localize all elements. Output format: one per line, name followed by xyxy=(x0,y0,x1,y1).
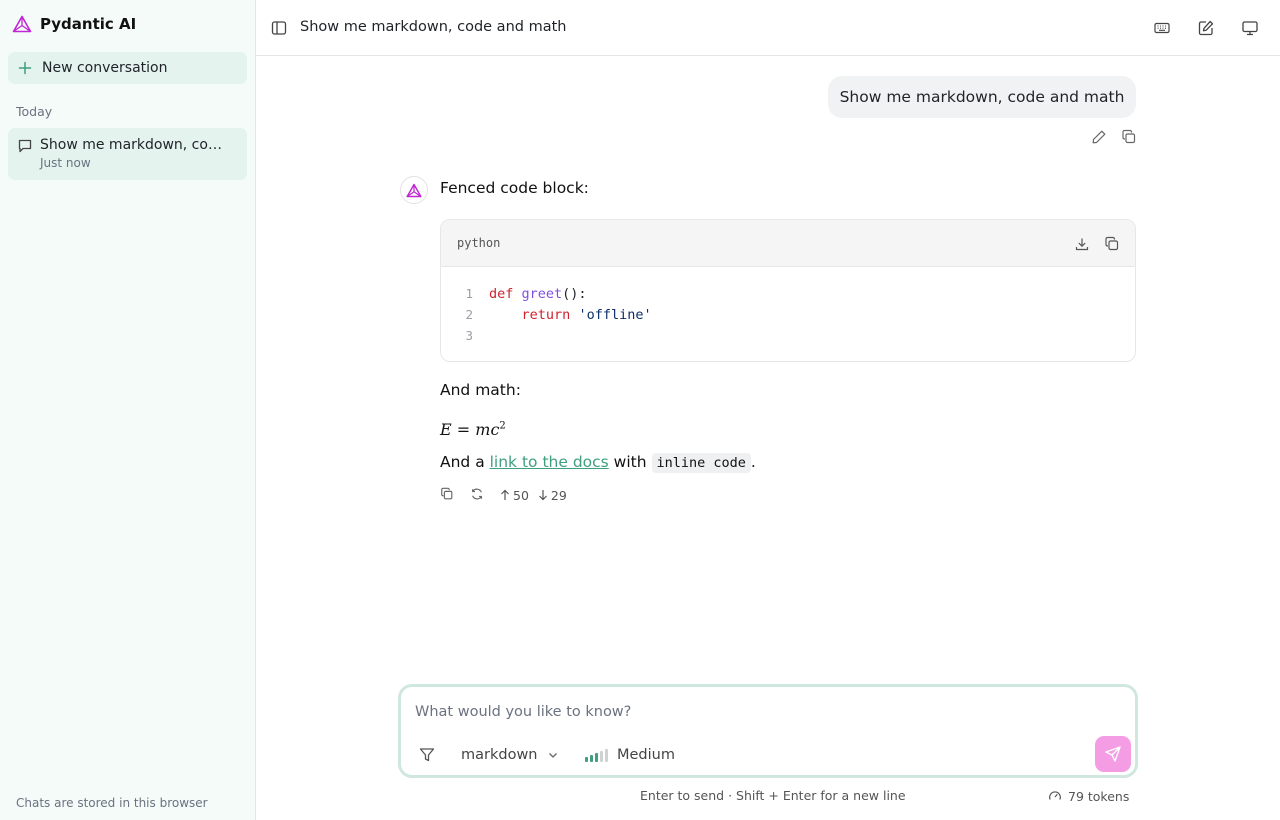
conversation-item[interactable]: Show me markdown, code and math Just now xyxy=(8,128,247,180)
effort-bar xyxy=(585,756,588,762)
copy-message-icon[interactable] xyxy=(440,487,456,503)
arrow-down-icon xyxy=(538,489,548,501)
section-label-today: Today xyxy=(16,104,53,119)
docs-link[interactable]: link to the docs xyxy=(490,453,609,471)
token-counter: 79 tokens xyxy=(1048,788,1129,804)
compose-icon[interactable] xyxy=(1197,19,1215,37)
code-line: 1 def greet(): xyxy=(441,284,1135,305)
upvote-button[interactable]: 50 xyxy=(500,488,529,503)
reasoning-effort-select[interactable]: Medium xyxy=(585,744,675,766)
pydantic-logo-icon xyxy=(12,15,32,33)
line-number: 2 xyxy=(465,307,473,322)
keyboard-hint: Enter to send · Shift + Enter for a new … xyxy=(640,788,906,803)
code-token: 'offline' xyxy=(578,307,652,323)
math-intro-text: And math: xyxy=(440,381,521,399)
brand-name: Pydantic AI xyxy=(40,15,137,33)
code-block: python 1 def greet(): 2 return 'offline' 3 xyxy=(440,219,1136,362)
model-select-value: markdown xyxy=(461,747,538,763)
effort-bar xyxy=(600,750,603,762)
line-number: 3 xyxy=(465,328,473,343)
paragraph-text-before: And a xyxy=(440,453,490,471)
message-actions: 50 29 xyxy=(440,487,567,503)
effort-bar xyxy=(595,752,598,762)
pydantic-logo-icon xyxy=(406,183,422,198)
math-formula: E = mc2 xyxy=(440,420,506,439)
filter-icon[interactable] xyxy=(418,746,436,764)
line-number: 1 xyxy=(465,286,473,301)
code-line: 2 return 'offline' xyxy=(441,305,1135,326)
monitor-icon[interactable] xyxy=(1241,19,1259,37)
code-token: (): xyxy=(562,286,587,302)
inline-code: inline code xyxy=(651,453,751,473)
top-bar: Show me markdown, code and math xyxy=(256,0,1280,56)
reasoning-effort-value: Medium xyxy=(617,747,675,763)
downvote-button[interactable]: 29 xyxy=(538,488,567,503)
assistant-avatar xyxy=(400,176,428,204)
code-line: 3 xyxy=(441,326,1135,347)
line-code: return 'offline' xyxy=(489,305,652,325)
brand[interactable]: Pydantic AI xyxy=(12,14,136,34)
conversation-title: Show me markdown, code and math xyxy=(40,137,230,153)
edit-icon[interactable] xyxy=(1091,129,1107,145)
paragraph-text-middle: with xyxy=(608,453,652,471)
prompt-input[interactable] xyxy=(415,701,1105,723)
new-conversation-button[interactable]: New conversation xyxy=(8,52,247,84)
code-language-label: python xyxy=(457,236,501,250)
conversation-heading: Show me markdown, code and math xyxy=(300,19,567,35)
copy-icon[interactable] xyxy=(1121,129,1137,145)
token-count: 79 tokens xyxy=(1068,788,1130,804)
send-icon xyxy=(1104,745,1122,763)
arrow-up-icon xyxy=(500,489,510,501)
chevron-down-icon xyxy=(547,749,559,761)
conversation-time: Just now xyxy=(40,156,91,170)
code-token: return xyxy=(521,307,571,323)
paragraph-text-after: . xyxy=(750,453,756,471)
code-block-header: python xyxy=(441,220,1135,267)
downvote-count: 29 xyxy=(550,487,567,503)
user-message: Show me markdown, code and math xyxy=(828,76,1136,118)
new-conversation-label: New conversation xyxy=(42,60,168,76)
code-token: greet xyxy=(521,286,563,302)
keyboard-icon[interactable] xyxy=(1153,19,1171,37)
effort-bar xyxy=(590,754,593,762)
assistant-intro-text: Fenced code block: xyxy=(440,179,589,197)
regenerate-icon[interactable] xyxy=(470,487,486,503)
download-icon[interactable] xyxy=(1074,236,1090,252)
composer: markdown Medium xyxy=(398,684,1138,778)
sidebar: Pydantic AI New conversation Today Show … xyxy=(0,0,256,820)
math-equals: = xyxy=(451,420,476,439)
upvote-count: 50 xyxy=(513,487,529,503)
copy-code-icon[interactable] xyxy=(1104,236,1120,252)
chat-bubble-icon xyxy=(17,138,33,154)
storage-notice: Chats are stored in this browser xyxy=(16,796,208,810)
send-button[interactable] xyxy=(1095,736,1131,772)
plus-icon xyxy=(18,61,32,75)
math-rhs: mc xyxy=(475,420,500,439)
effort-bar xyxy=(605,748,608,762)
code-token: def xyxy=(489,286,514,302)
code-body: 1 def greet(): 2 return 'offline' 3 xyxy=(441,267,1135,347)
math-lhs: E xyxy=(440,420,452,439)
signal-bars-icon xyxy=(585,748,608,762)
assistant-paragraph: And a link to the docs with inline code. xyxy=(440,453,756,473)
gauge-icon xyxy=(1048,789,1062,803)
line-code: def greet(): xyxy=(489,284,587,304)
model-select[interactable]: markdown xyxy=(461,744,559,766)
math-exponent: 2 xyxy=(499,420,506,432)
sidebar-toggle-icon[interactable] xyxy=(270,19,288,37)
